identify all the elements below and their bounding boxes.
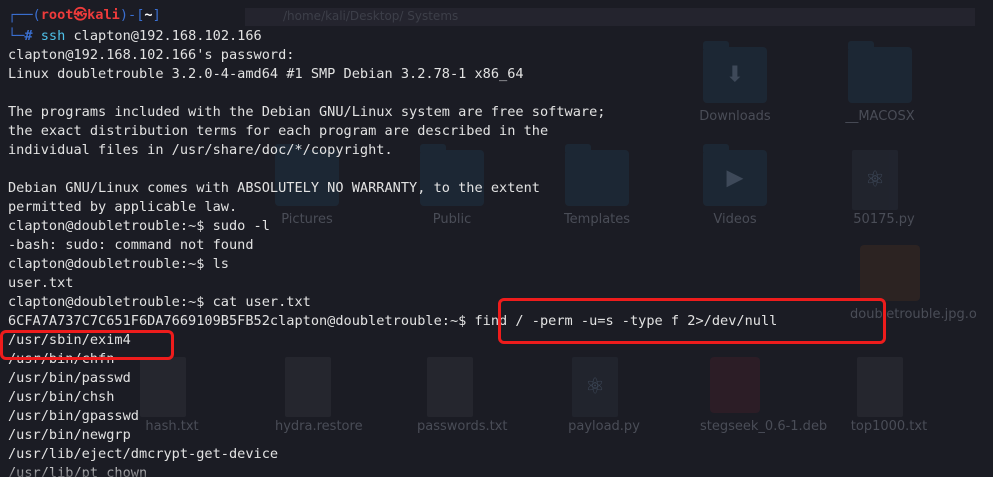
terminal-line: clapton@doubletrouble:~$ cat user.txt [8,294,311,310]
terminal-line: /usr/lib/eject/dmcrypt-get-device [8,446,279,462]
terminal-line: /usr/bin/passwd [8,370,131,386]
prompt-frame-end: ] [152,7,161,23]
terminal-line: the exact distribution terms for each pr… [8,123,549,139]
prompt-hash: # [24,28,33,44]
terminal-line: Linux doubletrouble 3.2.0-4-amd64 #1 SMP… [8,66,524,82]
prompt-frame-mid: )-[ [119,7,145,23]
prompt-frame-bottom: └─ [8,28,25,44]
find-command-highlight-box [498,298,886,344]
prompt-host: kali [87,7,120,23]
terminal-line: /usr/bin/chsh [8,389,115,405]
command-args: clapton@192.168.102.166 [73,28,262,44]
terminal-line: clapton@doubletrouble:~$ ls [8,256,229,272]
screenshot: /home/kali/Desktop/ Systems ⬇ Downloads __… [0,0,993,477]
prompt-line-top: ┌──(root㉿kali)-[~] [8,6,161,25]
terminal-window[interactable]: ┌──(root㉿kali)-[~] └─# ssh clapton@192.1… [0,0,993,477]
prompt-line-command: └─# ssh clapton@192.168.102.166 [8,27,262,46]
prompt-at-symbol: ㉿ [73,7,88,23]
terminal-line: -bash: sudo: command not found [8,237,254,253]
exim4-highlight-box [0,330,174,360]
command-name: ssh [40,28,66,44]
terminal-line: /usr/bin/newgrp [8,427,131,443]
terminal-line: individual files in /usr/share/doc/*/cop… [8,142,393,158]
terminal-line: permitted by applicable law. [8,199,238,215]
terminal-line: user.txt [8,275,74,291]
prompt-frame-top: ┌──( [8,7,41,23]
terminal-line: The programs included with the Debian GN… [8,104,606,120]
terminal-line: Debian GNU/Linux comes with ABSOLUTELY N… [8,180,540,196]
terminal-line: /usr/bin/gpasswd [8,408,139,424]
prompt-user: root [40,7,74,23]
bottom-fade [0,464,993,477]
terminal-line: clapton@doubletrouble:~$ sudo -l [8,218,270,234]
prompt-cwd: ~ [144,7,153,23]
terminal-line: clapton@192.168.102.166's password: [8,47,303,63]
